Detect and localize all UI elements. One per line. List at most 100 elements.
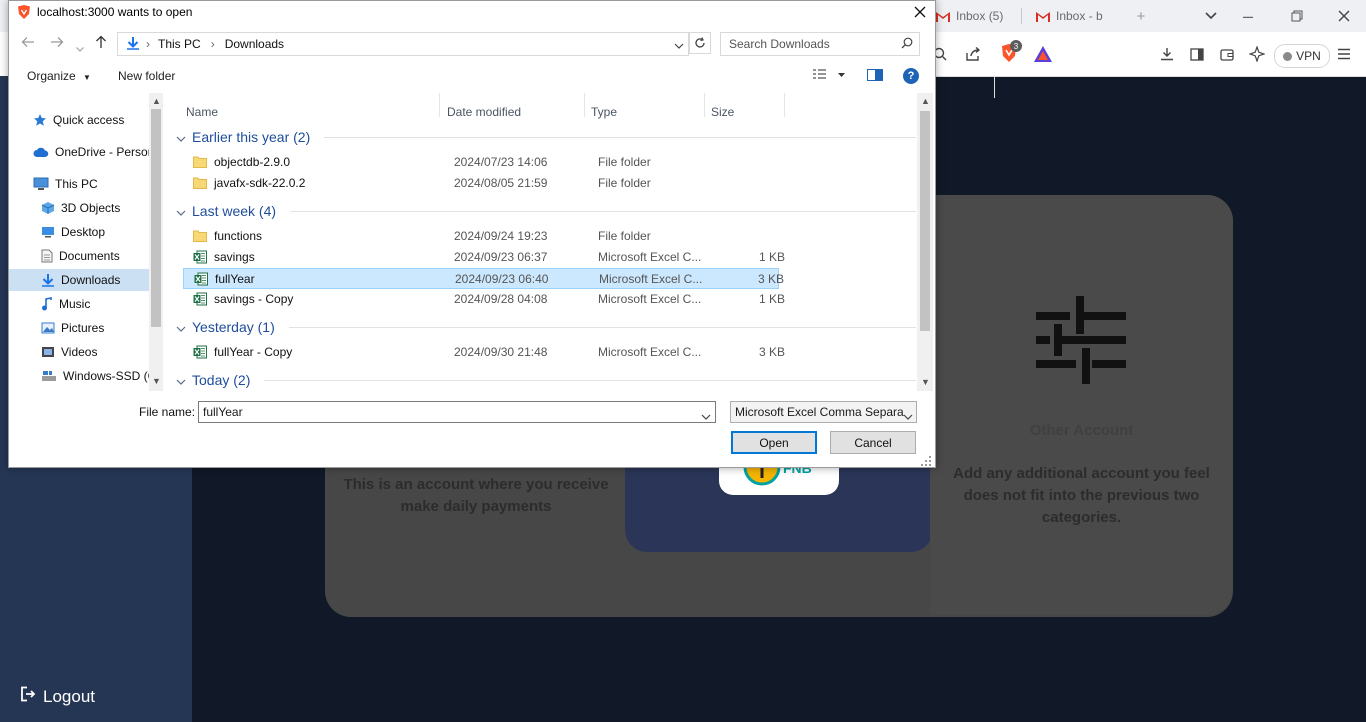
file-name: savings	[214, 250, 255, 264]
dialog-titlebar: localhost:3000 wants to open	[9, 1, 935, 25]
file-type: Microsoft Excel C...	[598, 292, 702, 306]
nav-item-quick-access[interactable]: Quick access	[9, 109, 149, 131]
brave-logo-icon	[17, 4, 31, 23]
star-icon	[33, 113, 47, 127]
back-arrow-icon[interactable]	[21, 35, 35, 51]
file-row[interactable]: javafx-sdk-22.0.2 2024/08/05 21:59 File fo…	[183, 173, 779, 194]
file-type-chevron-icon	[903, 409, 913, 422]
brave-rewards-icon[interactable]	[1033, 45, 1053, 63]
tab-list-chevron-icon[interactable]	[1201, 6, 1221, 26]
refresh-icon[interactable]	[689, 32, 711, 54]
gmail-icon	[936, 11, 950, 22]
minimize-icon[interactable]: –	[1238, 6, 1258, 26]
column-divider	[704, 93, 705, 117]
file-group-header[interactable]: Last week (4)	[176, 201, 916, 221]
nav-item-music[interactable]: Music	[9, 293, 149, 315]
logout-label: Logout	[43, 686, 95, 706]
brave-shields-icon[interactable]: 3	[1000, 40, 1022, 65]
downloads-icon[interactable]	[1157, 44, 1177, 64]
nav-item-desktop[interactable]: Desktop	[9, 221, 149, 243]
search-icon	[901, 37, 913, 52]
nav-item-label: Videos	[61, 345, 98, 359]
nav-item-3d-objects[interactable]: 3D Objects	[9, 197, 149, 219]
preview-pane-icon[interactable]	[867, 69, 883, 84]
share-icon[interactable]	[962, 44, 984, 64]
forward-arrow-icon[interactable]	[50, 35, 64, 51]
group-collapse-chevron-icon[interactable]	[176, 372, 186, 388]
file-name-label: File name:	[139, 405, 196, 419]
scroll-down-icon[interactable]: ▼	[921, 377, 930, 387]
group-collapse-chevron-icon[interactable]	[176, 203, 186, 219]
column-header-name[interactable]: Name	[186, 105, 218, 119]
recent-locations-chevron-icon[interactable]	[76, 39, 84, 55]
nav-item-documents[interactable]: Documents	[9, 245, 149, 267]
file-list: ^ Name Date modified Type Size Earlier t…	[165, 93, 917, 391]
nav-item-pictures[interactable]: Pictures	[9, 317, 149, 339]
nav-item-downloads[interactable]: Downloads	[9, 269, 149, 291]
restore-icon[interactable]	[1287, 6, 1307, 26]
tab-divider	[1021, 8, 1022, 24]
column-header-size[interactable]: Size	[711, 105, 734, 119]
scroll-thumb[interactable]	[920, 111, 930, 331]
window-close-icon[interactable]	[1334, 6, 1354, 26]
file-name-input[interactable]: fullYear	[198, 401, 716, 423]
tab-gmail-2[interactable]: Inbox - b	[1036, 4, 1103, 28]
file-date: 2024/09/23 06:40	[455, 272, 549, 286]
file-row[interactable]: objectdb-2.9.0 2024/07/23 14:06 File folde…	[183, 152, 779, 173]
organize-button[interactable]: Organize ▼	[27, 69, 91, 83]
group-collapse-chevron-icon[interactable]	[176, 319, 186, 335]
leo-ai-icon[interactable]	[1247, 44, 1267, 64]
address-bar[interactable]: › This PC › Downloads	[117, 32, 689, 56]
account-card-other[interactable]: Other Account Add any additional account…	[930, 195, 1233, 615]
file-row[interactable]: savings 2024/09/23 06:37 Microsoft Excel C…	[183, 247, 785, 268]
drive-icon	[41, 370, 57, 382]
breadcrumb-this-pc[interactable]: This PC	[158, 37, 201, 51]
desktop-icon	[41, 226, 55, 238]
wallet-icon[interactable]	[1217, 44, 1237, 64]
column-divider	[584, 93, 585, 117]
help-icon[interactable]: ?	[903, 68, 919, 84]
video-icon	[41, 346, 55, 358]
file-row[interactable]: fullYear 2024/09/23 06:40 Microsoft Excel …	[183, 268, 784, 289]
scroll-thumb[interactable]	[151, 109, 161, 327]
nav-item-this-pc[interactable]: This PC	[9, 173, 149, 195]
address-dropdown-chevron-icon[interactable]	[674, 38, 684, 52]
open-button[interactable]: Open	[731, 431, 817, 454]
menu-hamburger-icon[interactable]	[1334, 44, 1354, 64]
scroll-up-icon[interactable]: ▲	[152, 96, 161, 106]
new-folder-button[interactable]: New folder	[118, 69, 175, 83]
file-name-dropdown-chevron-icon[interactable]	[701, 409, 711, 423]
view-options-icon[interactable]	[812, 69, 846, 84]
search-input[interactable]: Search Downloads	[720, 32, 920, 56]
file-group-header[interactable]: Today (2)	[176, 370, 916, 390]
group-divider	[264, 379, 916, 381]
file-row[interactable]: savings - Copy 2024/09/28 04:08 Microsoft …	[183, 289, 785, 310]
vpn-button[interactable]: VPN	[1274, 44, 1330, 68]
nav-item-videos[interactable]: Videos	[9, 341, 149, 363]
tab-gmail-1[interactable]: Inbox (5)	[936, 4, 1003, 28]
breadcrumb-downloads[interactable]: Downloads	[225, 37, 284, 51]
cancel-button[interactable]: Cancel	[830, 431, 916, 454]
nav-item-onedrive-persor[interactable]: OneDrive - Persor	[9, 141, 149, 163]
file-type-select[interactable]: Microsoft Excel Comma Separa	[730, 401, 917, 423]
up-arrow-icon[interactable]	[95, 35, 107, 52]
nav-pane-scrollbar[interactable]: ▲ ▼	[149, 93, 163, 391]
file-list-scrollbar[interactable]: ▲ ▼	[917, 93, 933, 391]
new-tab-icon[interactable]: +	[1131, 6, 1151, 26]
column-header-type[interactable]: Type	[591, 105, 617, 119]
resize-grip-icon[interactable]	[921, 455, 931, 466]
scroll-up-icon[interactable]: ▲	[921, 96, 930, 106]
command-bar: Organize ▼ New folder ?	[9, 63, 935, 91]
file-group-header[interactable]: Earlier this year (2)	[176, 127, 916, 147]
sidebar-toggle-icon[interactable]	[1187, 44, 1207, 64]
scroll-down-icon[interactable]: ▼	[152, 376, 161, 386]
dialog-close-icon[interactable]	[909, 1, 931, 23]
group-collapse-chevron-icon[interactable]	[176, 129, 186, 145]
file-group-header[interactable]: Yesterday (1)	[176, 317, 916, 337]
file-row[interactable]: functions 2024/09/24 19:23 File folder	[183, 226, 779, 247]
nav-item-windows-ssd-c[interactable]: Windows-SSD (C	[9, 365, 149, 387]
file-date: 2024/09/30 21:48	[454, 345, 548, 359]
column-header-date[interactable]: Date modified	[447, 105, 521, 119]
file-row[interactable]: fullYear - Copy 2024/09/30 21:48 Microsoft…	[183, 342, 785, 363]
logout-button[interactable]: Logout	[20, 686, 95, 707]
